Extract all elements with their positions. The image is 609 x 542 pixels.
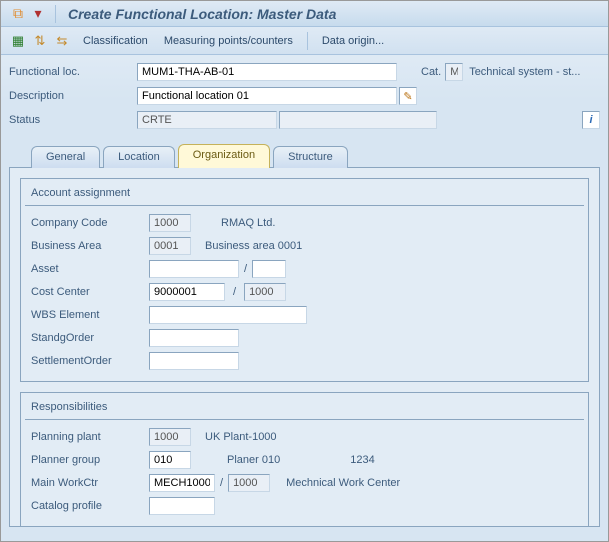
funcloc-input[interactable]	[137, 63, 397, 81]
toolbar-measuring-points[interactable]: Measuring points/counters	[156, 35, 301, 47]
wbs-input[interactable]	[149, 306, 307, 324]
company-code-label: Company Code	[31, 217, 149, 229]
business-area-text: Business area 0001	[205, 240, 302, 252]
workctr-plant-input	[228, 474, 270, 492]
group-resp-title: Responsibilities	[25, 397, 584, 420]
planning-plant-input	[149, 428, 191, 446]
settlement-order-label: SettlementOrder	[31, 355, 149, 367]
toolbar-icon-3[interactable]: ⇆	[53, 32, 71, 50]
toolbar-classification[interactable]: Classification	[75, 35, 156, 47]
planner-phone-text: 1234	[350, 454, 374, 466]
wbs-label: WBS Element	[31, 309, 149, 321]
page-title: Create Functional Location: Master Data	[68, 6, 336, 22]
cost-center-input[interactable]	[149, 283, 225, 301]
group-account-title: Account assignment	[25, 183, 584, 206]
header-area: Functional loc. Cat. Technical system - …	[1, 55, 608, 143]
business-area-input	[149, 237, 191, 255]
asset-slash: /	[244, 263, 247, 275]
info-icon[interactable]: i	[582, 111, 600, 129]
toolbar: ▦ ⇅ ⇆ Classification Measuring points/co…	[1, 27, 608, 55]
app-icon-1[interactable]: ⧉	[9, 6, 27, 22]
group-account-assignment: Account assignment Company Code RMAQ Ltd…	[20, 178, 589, 382]
toolbar-icon-2[interactable]: ⇅	[31, 32, 49, 50]
tab-location[interactable]: Location	[103, 146, 175, 168]
standing-order-input[interactable]	[149, 329, 239, 347]
cat-input	[445, 63, 463, 81]
cost-center-slash: /	[233, 286, 236, 298]
workctr-slash: /	[220, 477, 223, 489]
planner-group-label: Planner group	[31, 454, 149, 466]
catalog-profile-label: Catalog profile	[31, 500, 149, 512]
main-workctr-label: Main WorkCtr	[31, 477, 149, 489]
tab-organization[interactable]: Organization	[178, 144, 270, 168]
toolbar-data-origin[interactable]: Data origin...	[314, 35, 392, 47]
planner-group-input[interactable]	[149, 451, 191, 469]
asset-sub-input[interactable]	[252, 260, 286, 278]
asset-label: Asset	[31, 263, 149, 275]
status-input	[137, 111, 277, 129]
status-label: Status	[9, 114, 137, 126]
app-icon-2[interactable]: ▾	[29, 6, 47, 22]
tab-general[interactable]: General	[31, 146, 100, 168]
planning-plant-label: Planning plant	[31, 431, 149, 443]
cat-text: Technical system - st...	[469, 66, 580, 78]
catalog-profile-input[interactable]	[149, 497, 215, 515]
company-code-input	[149, 214, 191, 232]
cost-center-co-input	[244, 283, 286, 301]
workctr-text: Mechnical Work Center	[286, 477, 400, 489]
business-area-label: Business Area	[31, 240, 149, 252]
planning-plant-text: UK Plant-1000	[205, 431, 277, 443]
funcloc-label: Functional loc.	[9, 66, 137, 78]
cost-center-label: Cost Center	[31, 286, 149, 298]
main-workctr-input[interactable]	[149, 474, 215, 492]
tab-structure[interactable]: Structure	[273, 146, 348, 168]
description-edit-icon[interactable]: ✎	[399, 87, 417, 105]
status-input-2	[279, 111, 437, 129]
group-responsibilities: Responsibilities Planning plant UK Plant…	[20, 392, 589, 527]
company-code-text: RMAQ Ltd.	[221, 217, 275, 229]
settlement-order-input[interactable]	[149, 352, 239, 370]
description-input[interactable]	[137, 87, 397, 105]
title-bar: ⧉ ▾ Create Functional Location: Master D…	[1, 1, 608, 27]
standing-order-label: StandgOrder	[31, 332, 149, 344]
description-label: Description	[9, 90, 137, 102]
toolbar-icon-1[interactable]: ▦	[9, 32, 27, 50]
planner-group-text: Planer 010	[227, 454, 280, 466]
cat-label: Cat.	[421, 66, 441, 78]
asset-input[interactable]	[149, 260, 239, 278]
tab-content: Account assignment Company Code RMAQ Ltd…	[9, 167, 600, 527]
tab-strip: General Location Organization Structure	[1, 144, 608, 168]
